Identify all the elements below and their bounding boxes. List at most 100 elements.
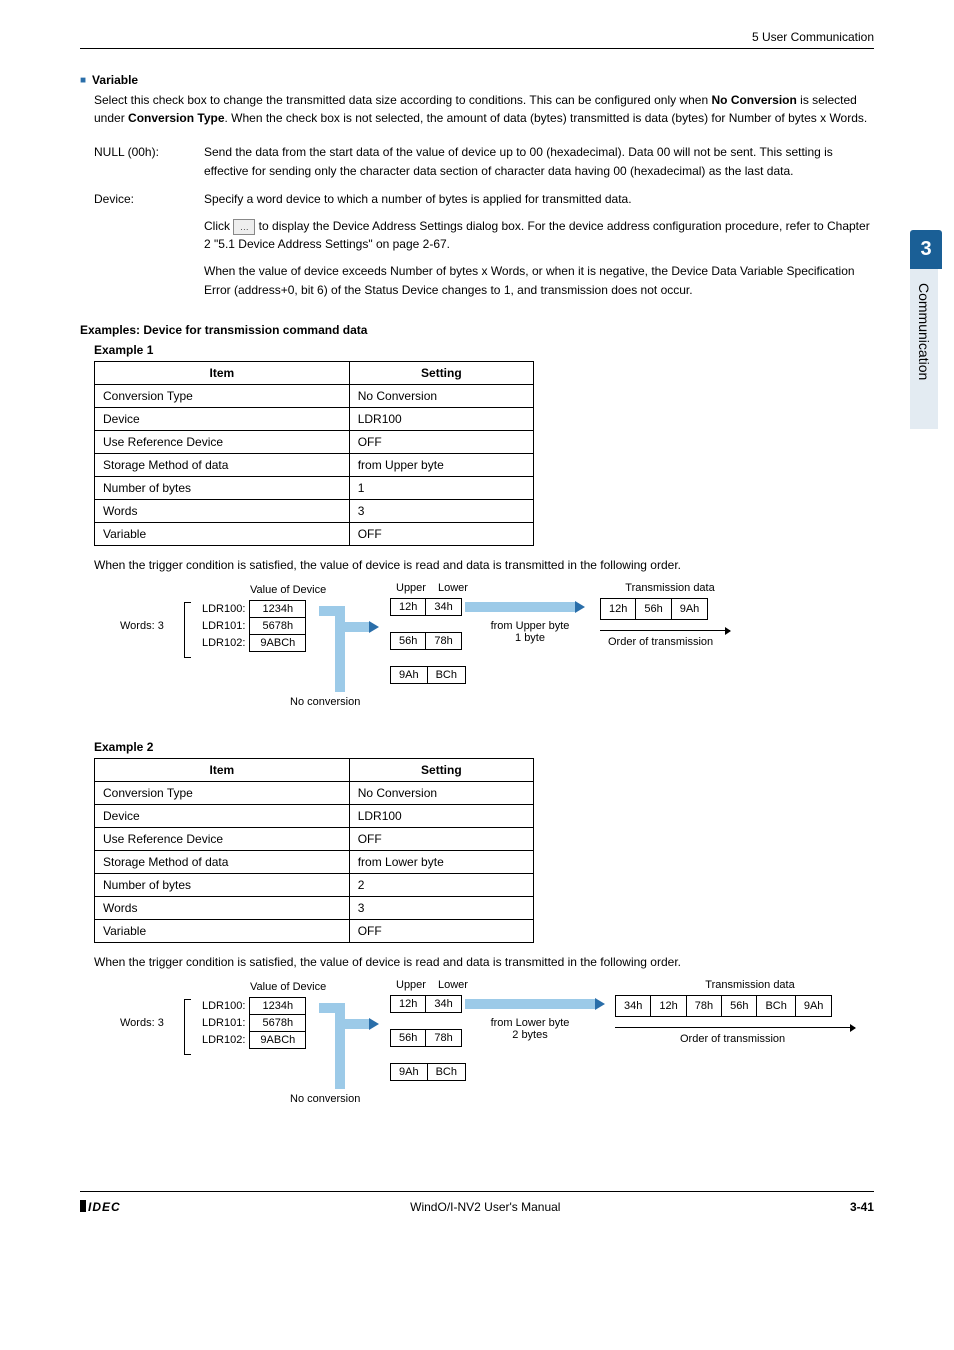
trans-table-1: 12h56h9Ah <box>600 598 708 620</box>
cell: 34h <box>426 599 461 616</box>
cell: 34h <box>616 996 651 1017</box>
cell: from Upper byte <box>349 454 533 477</box>
cell: 1234h <box>250 998 306 1015</box>
cell: Words <box>95 897 350 920</box>
footer: IDEC WindO/I-NV2 User's Manual 3-41 <box>80 1191 874 1214</box>
byte-head: UpperLower <box>390 582 474 596</box>
cell: from Lower byte <box>349 851 533 874</box>
connector <box>465 999 595 1009</box>
cell: 12h <box>391 996 426 1013</box>
byte-table-r2: 56h78h <box>390 1029 462 1047</box>
connector <box>335 606 345 692</box>
arrow-line-icon <box>615 1027 855 1028</box>
cell: 9Ah <box>391 667 428 684</box>
byte-table-r2: 56h78h <box>390 632 462 650</box>
text-bold: No Conversion <box>711 93 796 107</box>
cell: Variable <box>95 523 350 546</box>
example1-table: ItemSetting Conversion TypeNo Conversion… <box>94 361 534 546</box>
cell: 56h <box>391 633 426 650</box>
connector <box>335 622 369 632</box>
arrow-right-icon <box>369 1018 379 1030</box>
variable-title: Variable <box>92 73 138 87</box>
cell: LDR101: <box>192 1015 250 1032</box>
text: Click <box>204 219 233 233</box>
th-item: Item <box>95 759 350 782</box>
cell: 12h <box>651 996 686 1017</box>
cell: 9ABCh <box>250 635 306 652</box>
header-breadcrumb: 5 User Communication <box>80 30 874 49</box>
null-body: Send the data from the start data of the… <box>204 143 874 180</box>
cell: BCh <box>757 996 795 1017</box>
ellipsis-button-icon[interactable]: … <box>233 219 255 235</box>
side-tab: 3 Communication <box>910 230 942 429</box>
brace-icon <box>184 999 185 1055</box>
cell: 56h <box>722 996 757 1017</box>
diagram-1: Value of Device Words: 3 LDR100:1234h LD… <box>60 584 874 734</box>
cell: Storage Method of data <box>95 851 350 874</box>
cell: 2 <box>349 874 533 897</box>
words-label: Words: 3 <box>120 1017 164 1029</box>
mid-label: from Upper byte 1 byte <box>480 620 580 644</box>
null-row: NULL (00h): Send the data from the start… <box>94 143 874 180</box>
cell: LDR102: <box>192 635 250 652</box>
example2-table: ItemSetting Conversion TypeNo Conversion… <box>94 758 534 943</box>
example1-label: Example 1 <box>94 343 874 357</box>
arrow-right-icon <box>595 998 605 1010</box>
trans-title: Transmission data <box>660 979 840 991</box>
cell: LDR100: <box>192 601 250 618</box>
arrow-right-icon <box>369 621 379 633</box>
cell: Storage Method of data <box>95 454 350 477</box>
cell: LDR101: <box>192 618 250 635</box>
trans-table-2: 34h 12h 78h 56h BCh 9Ah <box>615 995 832 1017</box>
cell: LDR100: <box>192 998 250 1015</box>
cell: BCh <box>427 1064 465 1081</box>
device-body-1: Specify a word device to which a number … <box>204 190 874 209</box>
device-value-table: LDR100:1234h LDR101:5678h LDR102:9ABCh <box>192 997 306 1049</box>
cell: 3 <box>349 897 533 920</box>
cell: 78h <box>426 633 461 650</box>
cell: 5678h <box>250 618 306 635</box>
cell: BCh <box>427 667 465 684</box>
cell: 3 <box>349 500 533 523</box>
th-item: Item <box>95 362 350 385</box>
cell: Variable <box>95 920 350 943</box>
cell: 12h <box>601 599 636 620</box>
cell: 9Ah <box>795 996 832 1017</box>
variable-heading: ■ Variable <box>80 73 874 87</box>
value-of-device-title: Value of Device <box>250 981 326 993</box>
th-setting: Setting <box>349 759 533 782</box>
example2-note: When the trigger condition is satisfied,… <box>94 953 874 971</box>
words-label: Words: 3 <box>120 620 164 632</box>
examples-heading: Examples: Device for transmission comman… <box>80 323 874 337</box>
cell: Use Reference Device <box>95 431 350 454</box>
mid-label: from Lower byte 2 bytes <box>480 1017 580 1041</box>
chapter-number: 3 <box>910 230 942 269</box>
cell: 56h <box>636 599 671 620</box>
byte-table-r1: 12h34h <box>390 598 462 616</box>
device-row: Device: Specify a word device to which a… <box>94 190 874 299</box>
square-bullet-icon: ■ <box>80 75 86 86</box>
footer-title: WindO/I-NV2 User's Manual <box>410 1200 560 1214</box>
cell: Use Reference Device <box>95 828 350 851</box>
cell: Lower <box>432 979 474 993</box>
arrow-right-icon <box>575 601 585 613</box>
chapter-name: Communication <box>910 269 938 429</box>
cell: Upper <box>390 582 432 596</box>
byte-table-r1: 12h34h <box>390 995 462 1013</box>
cell: No Conversion <box>349 385 533 408</box>
device-term: Device: <box>94 190 204 299</box>
cell: 78h <box>426 1030 461 1047</box>
brand-text: IDEC <box>88 1200 121 1214</box>
byte-table-r3: 9AhBCh <box>390 666 466 684</box>
order-label: Order of transmission <box>680 1033 785 1045</box>
text-bold: Conversion Type <box>128 111 224 125</box>
cell: 9Ah <box>671 599 708 620</box>
cell: 1 <box>349 477 533 500</box>
cell: 56h <box>391 1030 426 1047</box>
cell: Number of bytes <box>95 874 350 897</box>
connector <box>465 602 575 612</box>
diagram-2: Value of Device Words: 3 LDR100:1234h LD… <box>60 981 874 1131</box>
connector <box>335 1003 345 1089</box>
no-conversion-label: No conversion <box>290 1093 360 1105</box>
cell: 1234h <box>250 601 306 618</box>
